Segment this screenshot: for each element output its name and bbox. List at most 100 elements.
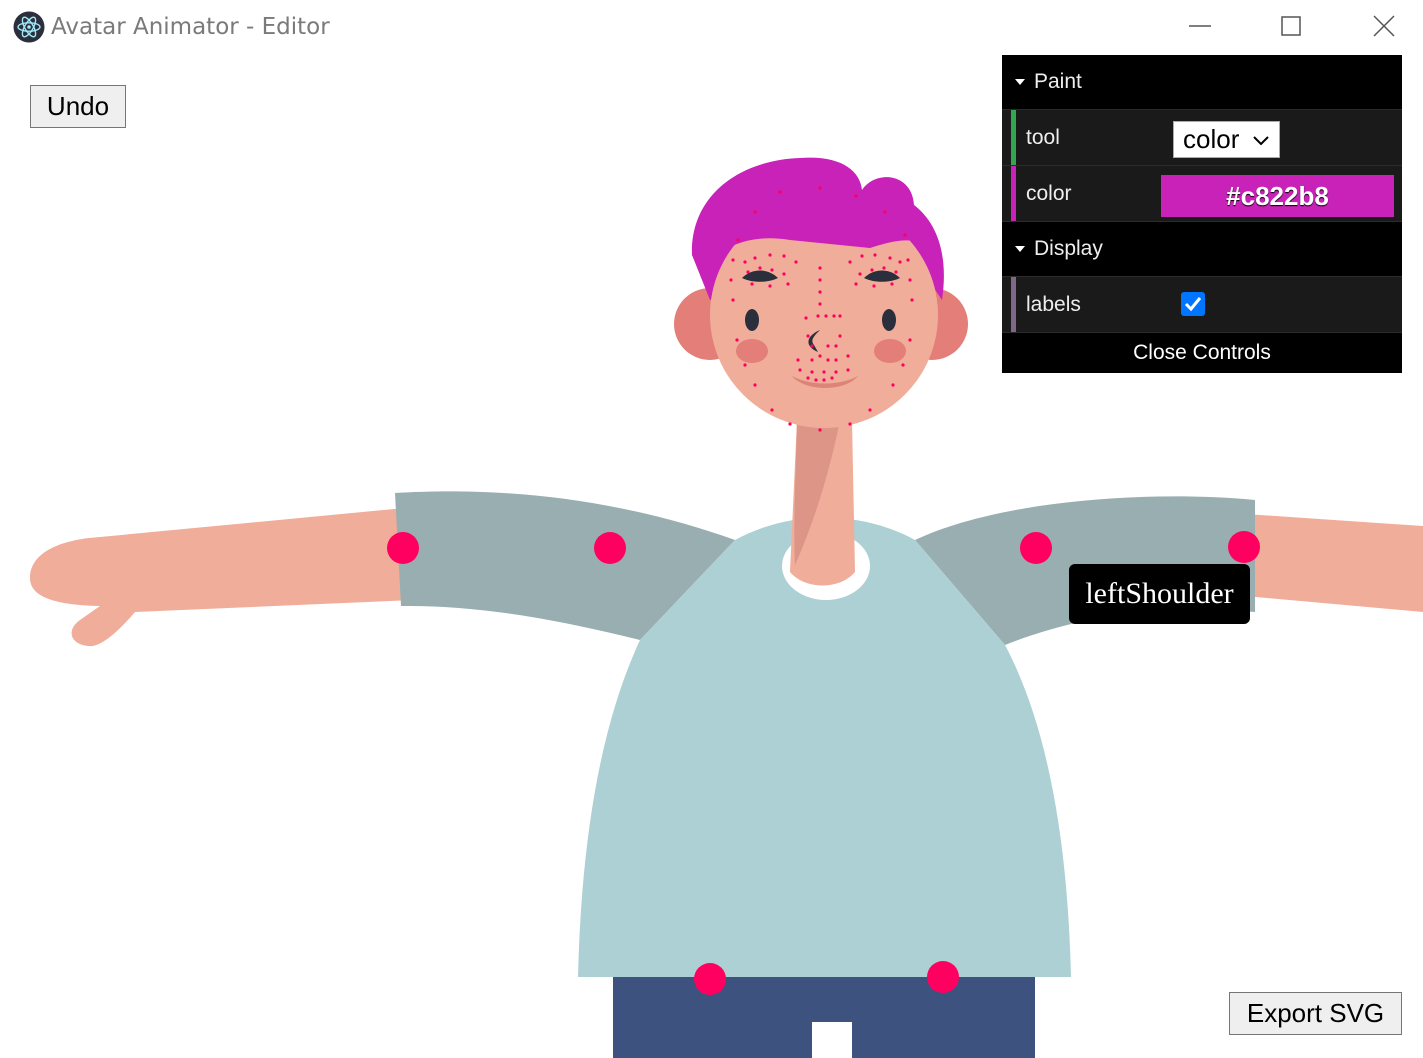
face-landmark-dot (910, 298, 914, 302)
face-landmark-dot (818, 186, 822, 190)
face-landmark-dot (770, 268, 774, 272)
face-landmark-dot (832, 314, 836, 318)
face-landmark-dot (883, 210, 887, 214)
face-landmark-dot (786, 282, 790, 286)
paint-folder-title[interactable]: Paint (1002, 55, 1402, 110)
face-landmark-dot (826, 344, 830, 348)
undo-button[interactable]: Undo (30, 85, 126, 128)
face-landmark-dot (796, 358, 800, 362)
joint-left-elbow[interactable] (1228, 531, 1260, 563)
face-landmark-dot (778, 190, 782, 194)
face-landmark-dot (814, 378, 818, 382)
tool-accent (1011, 110, 1016, 165)
labels-accent (1011, 277, 1016, 332)
face-landmark-dot (736, 238, 740, 242)
face-landmark-dot (860, 254, 864, 258)
face-landmark-dot (868, 408, 872, 412)
face-landmark-dot (753, 256, 757, 260)
face-landmark-dot (806, 334, 810, 338)
face-landmark-dot (834, 344, 838, 348)
color-accent (1011, 166, 1016, 221)
face-landmark-dot (735, 338, 739, 342)
face-landmark-dot (758, 266, 762, 270)
display-folder-title[interactable]: Display (1002, 222, 1402, 277)
face-landmark-dot (903, 233, 907, 237)
face-landmark-dot (848, 260, 852, 264)
face-landmark-dot (894, 270, 898, 274)
face-landmark-dot (768, 253, 772, 257)
face-landmark-dot (901, 363, 905, 367)
joint-right-wrist[interactable] (387, 532, 419, 564)
face-landmark-dot (838, 314, 842, 318)
color-label: color (1026, 182, 1072, 205)
right-arm[interactable] (30, 491, 735, 647)
face-landmark-dot (891, 383, 895, 387)
face-landmark-dot (898, 260, 902, 264)
face-landmark-dot (768, 284, 772, 288)
caret-down-icon (1015, 246, 1025, 252)
face-landmark-dot (854, 194, 858, 198)
display-folder-label: Display (1034, 237, 1103, 260)
face-landmark-dot (731, 258, 735, 262)
tool-select[interactable]: color (1173, 121, 1280, 158)
neck (790, 420, 855, 586)
face-landmark-dot (794, 260, 798, 264)
joint-left-hip[interactable] (927, 961, 959, 993)
caret-down-icon (1015, 79, 1025, 85)
joint-label: leftShoulder (1069, 564, 1250, 624)
checkmark-icon (1184, 297, 1202, 312)
face-landmark-dot (798, 368, 802, 372)
face-landmark-dot (834, 370, 838, 374)
face-landmark-dot (782, 272, 786, 276)
joint-right-hip[interactable] (694, 963, 726, 995)
chevron-down-icon (1253, 136, 1269, 146)
face-landmark-dot (818, 290, 822, 294)
face-landmark-dot (888, 256, 892, 260)
face-landmark-dot (782, 254, 786, 258)
face-landmark-dot (890, 282, 894, 286)
face-landmark-dot (848, 422, 852, 426)
close-controls-button[interactable]: Close Controls (1002, 333, 1402, 373)
face-landmark-dot (824, 314, 828, 318)
face-landmark-dot (826, 358, 830, 362)
face-landmark-dot (873, 253, 877, 257)
face-landmark-dot (750, 282, 754, 286)
face-landmark-dot (822, 378, 826, 382)
face-landmark-dot (906, 258, 910, 262)
face-landmark-dot (743, 260, 747, 264)
face-landmark-dot (818, 428, 822, 432)
paint-folder-label: Paint (1034, 70, 1082, 93)
pants (613, 972, 1035, 1058)
face-landmark-dot (854, 282, 858, 286)
face-landmark-dot (818, 302, 822, 306)
controls-panel: Paint tool color color #c822b8 Display l… (1002, 55, 1402, 373)
tool-label: tool (1026, 126, 1060, 149)
face-landmark-dot (804, 316, 808, 320)
face-landmark-dot (846, 368, 850, 372)
face-landmark-dot (806, 376, 810, 380)
face-landmark-dot (810, 358, 814, 362)
face-landmark-dot (846, 354, 850, 358)
export-svg-button[interactable]: Export SVG (1229, 992, 1402, 1035)
face-landmark-dot (753, 383, 757, 387)
face-landmark-dot (818, 266, 822, 270)
labels-row: labels (1002, 277, 1402, 333)
face-landmark-dot (818, 278, 822, 282)
face-landmark-dot (788, 422, 792, 426)
labels-label: labels (1026, 293, 1081, 316)
face-landmark-dot (810, 370, 814, 374)
face-landmark-dot (834, 358, 838, 362)
face-landmark-dot (770, 408, 774, 412)
face-landmark-dot (908, 278, 912, 282)
joint-right-elbow[interactable] (594, 532, 626, 564)
face-landmark-dot (753, 210, 757, 214)
face-landmark-dot (870, 268, 874, 272)
face-landmark-dot (729, 278, 733, 282)
face-landmark-dot (908, 338, 912, 342)
color-picker[interactable]: #c822b8 (1161, 175, 1394, 217)
labels-checkbox[interactable] (1181, 292, 1205, 316)
joint-left-shoulder[interactable] (1020, 532, 1052, 564)
face-landmark-dot (822, 370, 826, 374)
face-landmark-dot (816, 314, 820, 318)
face-landmark-dot (743, 363, 747, 367)
